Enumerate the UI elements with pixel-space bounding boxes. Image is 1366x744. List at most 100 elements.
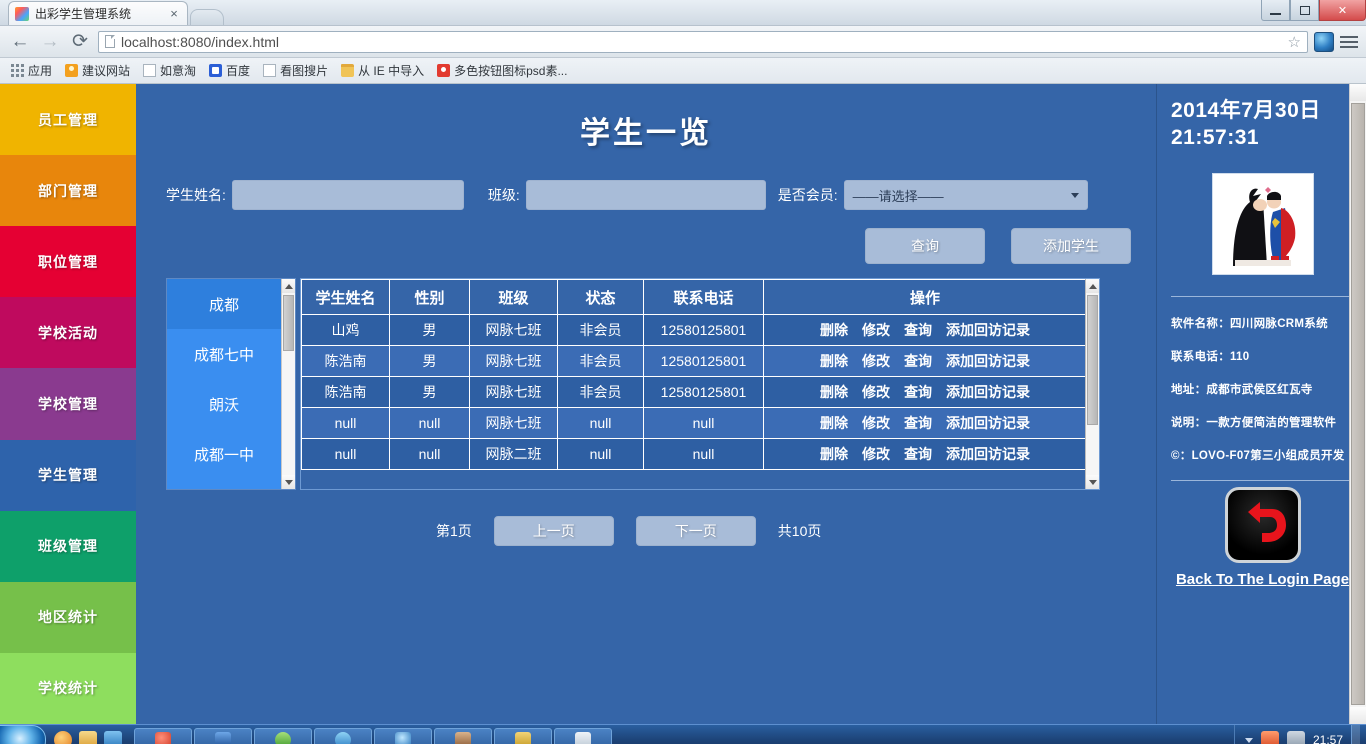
taskbar-item[interactable] — [314, 727, 372, 744]
scroll-up-icon[interactable] — [1085, 279, 1099, 293]
student-name-input[interactable] — [231, 180, 464, 210]
scroll-track[interactable] — [281, 293, 295, 475]
edit-link[interactable]: 修改 — [862, 382, 890, 402]
table-row[interactable]: null null 网脉二班 null null 删除 修改 查询 添加回访记录 — [301, 438, 1087, 470]
city-list[interactable]: 成都 成都七中 朗沃 成都一中 — [166, 278, 296, 490]
taskbar-item[interactable] — [134, 727, 192, 744]
close-button[interactable]: ✕ — [1319, 0, 1366, 21]
taskbar-item[interactable] — [254, 727, 312, 744]
sidebar-item-school-stats[interactable]: 学校统计 — [0, 652, 136, 724]
back-icon[interactable]: ← — [8, 31, 32, 53]
search-button[interactable]: 查询 — [865, 228, 985, 264]
add-visit-link[interactable]: 添加回访记录 — [946, 382, 1030, 402]
sidebar-item-employee[interactable]: 员工管理 — [0, 84, 136, 156]
tray-clock[interactable]: 21:57 — [1313, 733, 1343, 744]
extension-icon[interactable] — [1314, 31, 1334, 52]
scroll-down-icon[interactable] — [1085, 475, 1099, 489]
bookmark-image-search[interactable]: 看图搜片 — [258, 60, 333, 81]
explorer-icon[interactable] — [79, 730, 97, 744]
edit-link[interactable]: 修改 — [862, 413, 890, 433]
delete-link[interactable]: 删除 — [820, 444, 848, 464]
edit-link[interactable]: 修改 — [862, 444, 890, 464]
scroll-thumb[interactable] — [1086, 295, 1098, 425]
taskbar-item[interactable] — [194, 727, 252, 744]
list-item[interactable]: 朗沃 — [167, 379, 281, 429]
tab-close-icon[interactable]: × — [167, 7, 181, 21]
taskbar-item[interactable] — [494, 727, 552, 744]
scroll-thumb[interactable] — [282, 295, 294, 351]
taskbar-item[interactable] — [554, 727, 612, 744]
query-link[interactable]: 查询 — [904, 444, 932, 464]
list-item[interactable]: 成都 — [167, 279, 281, 329]
prev-page-button[interactable]: 上一页 — [493, 516, 614, 546]
sidebar-item-school-activity[interactable]: 学校活动 — [0, 297, 136, 369]
tray-expand-icon[interactable] — [1244, 737, 1253, 743]
bookmark-suggested-sites[interactable]: 建议网站 — [60, 60, 135, 81]
page-scroll-down-icon[interactable] — [1349, 707, 1366, 724]
edit-link[interactable]: 修改 — [862, 320, 890, 340]
table-scrollbar[interactable] — [1085, 279, 1099, 489]
add-visit-link[interactable]: 添加回访记录 — [946, 320, 1030, 340]
tray-icon[interactable] — [1260, 731, 1279, 744]
forward-icon[interactable]: → — [38, 31, 62, 53]
query-link[interactable]: 查询 — [904, 413, 932, 433]
sidebar-item-school-manage[interactable]: 学校管理 — [0, 368, 136, 440]
browser-tab[interactable]: 出彩学生管理系统 × — [8, 1, 188, 25]
network-icon[interactable] — [1286, 731, 1305, 744]
start-button[interactable] — [0, 724, 46, 744]
add-student-button[interactable]: 添加学生 — [1011, 228, 1131, 264]
next-page-button[interactable]: 下一页 — [635, 516, 756, 546]
sidebar-item-region-stats[interactable]: 地区统计 — [0, 581, 136, 653]
back-arrow-icon[interactable] — [1224, 486, 1301, 563]
page-scroll-thumb[interactable] — [1350, 103, 1365, 705]
bookmark-ruyitao[interactable]: 如意淘 — [138, 60, 201, 81]
list-item[interactable]: 成都一中 — [167, 429, 281, 479]
query-link[interactable]: 查询 — [904, 320, 932, 340]
list-item[interactable]: 成都七中 — [167, 329, 281, 379]
scroll-up-icon[interactable] — [281, 279, 295, 293]
address-bar[interactable]: localhost:8080/index.html ☆ — [98, 30, 1308, 53]
sidebar-item-position[interactable]: 职位管理 — [0, 226, 136, 298]
bookmark-apps[interactable]: 应用 — [6, 60, 57, 81]
media-player-icon[interactable] — [54, 730, 72, 744]
sidebar-item-student-manage[interactable]: 学生管理 — [0, 439, 136, 511]
bookmark-ie-imported[interactable]: 从 IE 中导入 — [336, 60, 429, 81]
taskbar-item[interactable] — [374, 727, 432, 744]
query-link[interactable]: 查询 — [904, 351, 932, 371]
add-visit-link[interactable]: 添加回访记录 — [946, 351, 1030, 371]
edit-link[interactable]: 修改 — [862, 351, 890, 371]
delete-link[interactable]: 删除 — [820, 413, 848, 433]
class-input[interactable] — [525, 180, 766, 210]
table-row[interactable]: 陈浩南 男 网脉七班 非会员 12580125801 删除 修改 查询 添加回访… — [301, 376, 1087, 408]
bookmark-star-icon[interactable]: ☆ — [1288, 33, 1301, 51]
show-desktop-button[interactable] — [1351, 725, 1360, 744]
member-select[interactable]: ——请选择—— — [843, 180, 1088, 210]
delete-link[interactable]: 删除 — [820, 382, 848, 402]
scroll-down-icon[interactable] — [281, 475, 295, 489]
table-row[interactable]: 陈浩南 男 网脉七班 非会员 12580125801 删除 修改 查询 添加回访… — [301, 345, 1087, 377]
table-row[interactable]: null null 网脉七班 null null 删除 修改 查询 添加回访记录 — [301, 407, 1087, 439]
page-scroll-up-icon[interactable] — [1349, 84, 1366, 101]
new-tab-button[interactable] — [190, 9, 224, 25]
add-visit-link[interactable]: 添加回访记录 — [946, 444, 1030, 464]
browser-menu-icon[interactable] — [1340, 35, 1358, 48]
page-scrollbar[interactable] — [1349, 84, 1366, 724]
back-to-login-link[interactable]: Back To The Login Page — [1171, 571, 1354, 588]
bookmark-psd-icons[interactable]: 多色按钮图标psd素... — [432, 60, 572, 81]
maximize-button[interactable] — [1290, 0, 1319, 21]
add-visit-link[interactable]: 添加回访记录 — [946, 413, 1030, 433]
taskbar-item[interactable] — [434, 727, 492, 744]
query-link[interactable]: 查询 — [904, 382, 932, 402]
sidebar-item-department[interactable]: 部门管理 — [0, 155, 136, 227]
table-row[interactable]: 山鸡 男 网脉七班 非会员 12580125801 删除 修改 查询 添加回访记… — [301, 314, 1087, 346]
scroll-track[interactable] — [1085, 293, 1099, 475]
app-icon[interactable] — [104, 730, 122, 744]
page-scroll-track[interactable] — [1349, 101, 1366, 707]
city-list-scrollbar[interactable] — [281, 279, 295, 489]
delete-link[interactable]: 删除 — [820, 351, 848, 371]
delete-link[interactable]: 删除 — [820, 320, 848, 340]
reload-icon[interactable]: ⟳ — [68, 30, 92, 53]
sidebar-item-class-manage[interactable]: 班级管理 — [0, 510, 136, 582]
minimize-button[interactable] — [1261, 0, 1290, 21]
bookmark-baidu[interactable]: 百度 — [204, 60, 255, 81]
